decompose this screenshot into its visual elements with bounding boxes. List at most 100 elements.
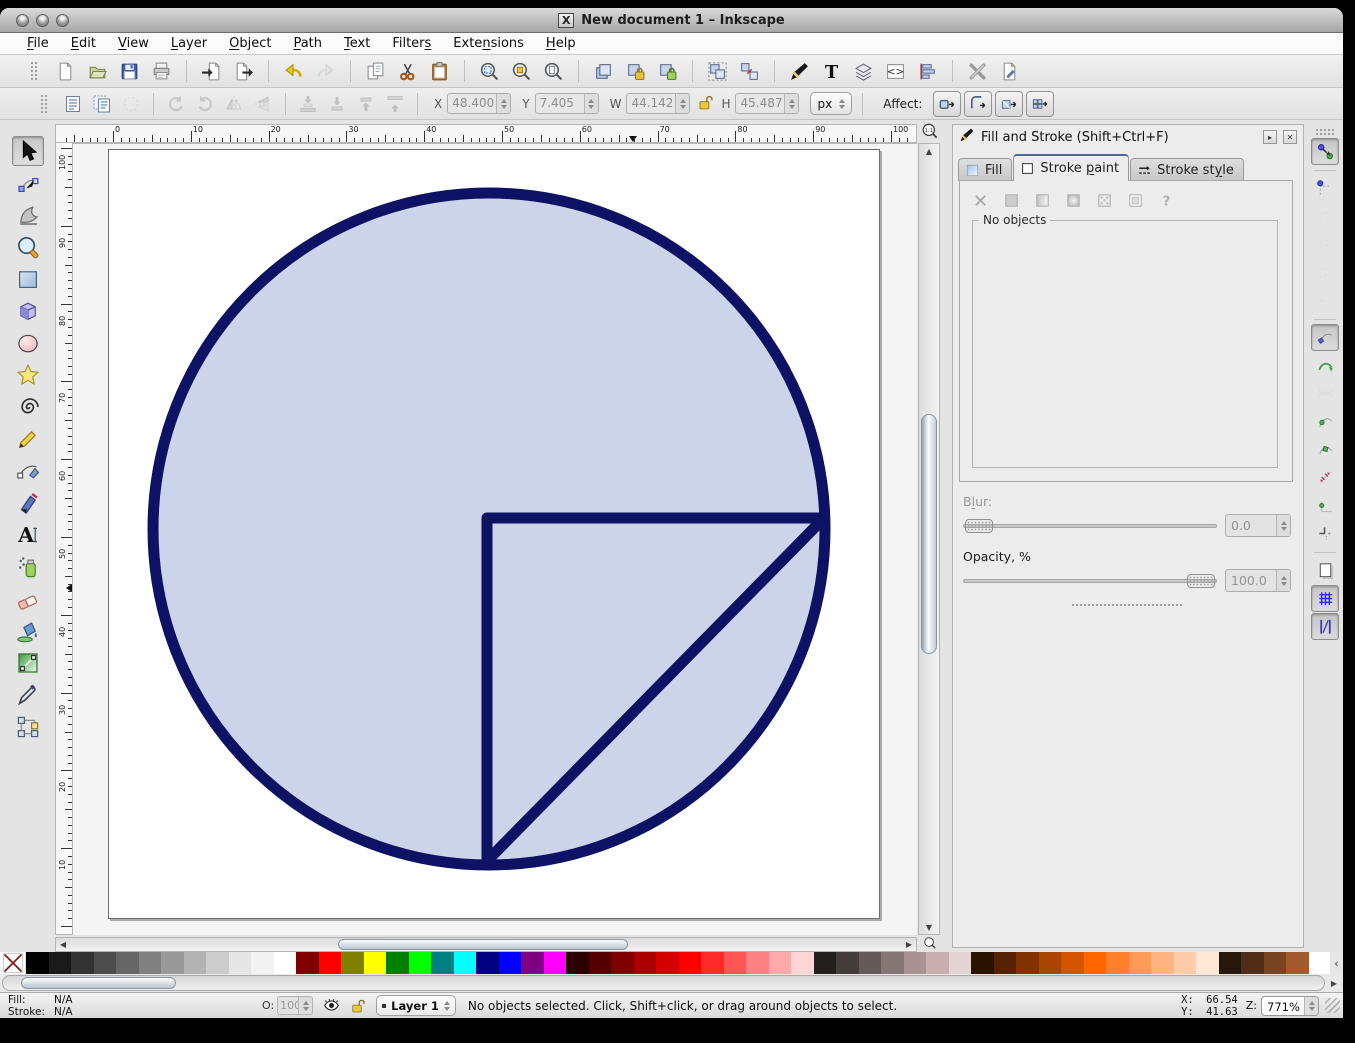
affect-move-pattern-toggle[interactable] — [1026, 91, 1054, 117]
tool-text[interactable]: A — [12, 520, 44, 550]
horizontal-ruler[interactable]: 0102030405060708090100 — [55, 124, 917, 143]
swatch-2b1100[interactable] — [971, 952, 994, 974]
snap-object-centers-toggle[interactable] — [1311, 492, 1339, 519]
swatch-4d4d4d[interactable] — [94, 952, 117, 974]
swatch-552200[interactable] — [994, 952, 1017, 974]
snap-line-midpoints-toggle[interactable] — [1311, 464, 1339, 491]
swatch-ffff00[interactable] — [364, 952, 387, 974]
tool-rectangle[interactable] — [12, 264, 44, 294]
tab-stroke-style[interactable]: Stroke style — [1130, 158, 1244, 181]
opacity-value-field[interactable]: 100.0 — [1225, 569, 1291, 592]
blur-slider-thumb[interactable] — [965, 519, 993, 533]
new-button[interactable] — [53, 59, 78, 84]
swatch-c9afaf[interactable] — [926, 952, 949, 974]
menu-extensions[interactable]: Extensions — [442, 34, 535, 53]
paste-button[interactable] — [427, 59, 452, 84]
swatch-ff5555[interactable] — [724, 952, 747, 974]
swatch-a05a2c[interactable] — [1286, 952, 1309, 974]
text-dialog-button[interactable]: T — [819, 59, 844, 84]
opacity-status-field[interactable]: 100 — [277, 996, 313, 1015]
swatch-f2f2f2[interactable] — [251, 952, 274, 974]
open-button[interactable] — [85, 59, 110, 84]
swatch-803300[interactable] — [1016, 952, 1039, 974]
scroll-down-arrow[interactable]: ▼ — [919, 920, 939, 934]
tool-tweak[interactable] — [12, 200, 44, 230]
tool-eraser[interactable] — [12, 584, 44, 614]
zoom-1-1-button[interactable]: 1:1 — [918, 123, 942, 143]
swatch-333333[interactable] — [71, 952, 94, 974]
snap-page-border-toggle[interactable] — [1311, 557, 1339, 584]
width-field[interactable]: 44.142 — [626, 93, 690, 114]
swatch-ff7f2a[interactable] — [1106, 952, 1129, 974]
x-spinner[interactable] — [496, 94, 510, 113]
horizontal-scrollbar[interactable]: ◀ ▶ — [55, 937, 917, 952]
tool-box-3d[interactable] — [12, 296, 44, 326]
duplicate-button[interactable] — [591, 59, 616, 84]
copy-button[interactable] — [363, 59, 388, 84]
tool-paint-bucket[interactable] — [12, 616, 44, 646]
layer-lock-icon[interactable] — [350, 998, 366, 1014]
swatch-aa0000[interactable] — [634, 952, 657, 974]
snap-rotation-centers-toggle[interactable] — [1311, 520, 1339, 547]
snap-smooth-nodes-toggle[interactable] — [1311, 436, 1339, 463]
swatch-502d16[interactable] — [1241, 952, 1264, 974]
swatch-877575[interactable] — [881, 952, 904, 974]
swatch-b3b3b3[interactable] — [184, 952, 207, 974]
swatch-1a1a1a[interactable] — [49, 952, 72, 974]
blur-value-field[interactable]: 0.0 — [1225, 514, 1291, 537]
menu-text[interactable]: Text — [333, 34, 381, 53]
layer-visibility-icon[interactable] — [323, 997, 340, 1014]
swatch-e6e6e6[interactable] — [229, 952, 252, 974]
panel-header[interactable]: Fill and Stroke (Shift+Ctrl+F) ▸ ✕ — [953, 125, 1303, 149]
scroll-up-arrow[interactable]: ▲ — [919, 144, 939, 158]
menu-edit[interactable]: Edit — [60, 34, 107, 53]
menu-help[interactable]: Help — [535, 34, 587, 53]
swatch-ff6600[interactable] — [1084, 952, 1107, 974]
swatch-aa4400[interactable] — [1039, 952, 1062, 974]
swatch-d40000[interactable] — [656, 952, 679, 974]
panel-close-button[interactable]: ✕ — [1283, 130, 1297, 144]
swatch-008080[interactable] — [431, 952, 454, 974]
canvas[interactable] — [73, 143, 917, 935]
swatch-ff0000[interactable] — [319, 952, 342, 974]
y-spinner[interactable] — [584, 94, 598, 113]
tool-bezier-pen[interactable] — [12, 456, 44, 486]
lock-ratio-icon[interactable] — [697, 94, 714, 114]
panel-menu-button[interactable]: ▸ — [1263, 130, 1277, 144]
titlebar[interactable]: X New document 1 – Inkscape — [0, 8, 1343, 33]
scroll-right-arrow[interactable]: ▶ — [902, 938, 916, 951]
x-field[interactable]: 48.400 — [447, 93, 511, 114]
toolbar-grip[interactable] — [40, 94, 48, 114]
menu-layer[interactable]: Layer — [160, 34, 218, 53]
vertical-scroll-thumb[interactable] — [921, 414, 937, 654]
tool-selector[interactable] — [12, 136, 44, 166]
affect-move-gradient-toggle[interactable] — [995, 91, 1023, 117]
swatch-ff8080[interactable] — [746, 952, 769, 974]
snap-paths-toggle[interactable] — [1311, 352, 1339, 379]
swatch-ff2a2a[interactable] — [701, 952, 724, 974]
tool-pencil[interactable] — [12, 424, 44, 454]
swatch-800080[interactable] — [521, 952, 544, 974]
zoom-selection-button[interactable] — [477, 59, 502, 84]
swatch-999999[interactable] — [161, 952, 184, 974]
snap-grid-toggle[interactable] — [1311, 585, 1339, 612]
palette-prev-arrow[interactable]: ‹ — [1330, 952, 1343, 974]
menu-filters[interactable]: Filters — [381, 34, 442, 53]
swatch-ff9955[interactable] — [1129, 952, 1152, 974]
group-button[interactable] — [705, 59, 730, 84]
swatch-2b0000[interactable] — [566, 952, 589, 974]
export-button[interactable] — [231, 59, 256, 84]
menu-object[interactable]: Object — [218, 34, 282, 53]
swatch-none[interactable] — [0, 952, 26, 974]
swatch-808080[interactable] — [139, 952, 162, 974]
save-button[interactable] — [117, 59, 142, 84]
opacity-slider[interactable] — [963, 574, 1217, 588]
swatch-784421[interactable] — [1264, 952, 1287, 974]
toolbar-grip[interactable] — [30, 61, 38, 81]
height-field[interactable]: 45.487 — [735, 93, 799, 114]
fill-stroke-indicator[interactable]: Fill:N/A Stroke:N/A — [0, 994, 150, 1018]
swatch-ffd5d5[interactable] — [791, 952, 814, 974]
tool-gradient[interactable] — [12, 648, 44, 678]
print-button[interactable] — [149, 59, 174, 84]
horizontal-scroll-thumb[interactable] — [338, 939, 628, 950]
